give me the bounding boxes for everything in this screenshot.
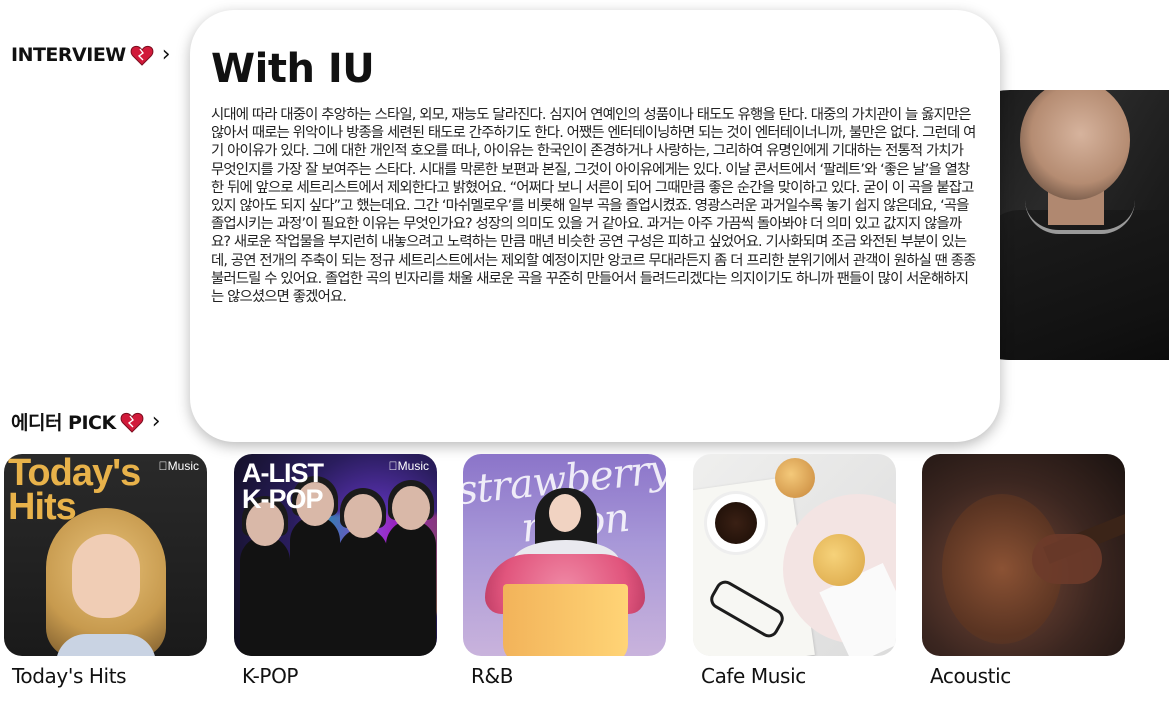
album-cover-rnb: strawberry moon (463, 454, 666, 656)
album-label: Acoustic (930, 664, 1011, 688)
interview-section-label: INTERVIEW (11, 44, 126, 66)
interview-section-link[interactable]: INTERVIEW › (11, 42, 171, 67)
editor-pick-section-link[interactable]: 에디터 PICK › (11, 408, 161, 435)
heart-icon (130, 45, 154, 66)
photo-face (1020, 90, 1130, 200)
apple-music-badge: Music (159, 459, 199, 473)
album-card-cafe-music[interactable]: Cafe Music (693, 454, 896, 688)
album-cover-acoustic (922, 454, 1125, 656)
cover-title: A-LIST K-POP (242, 458, 324, 514)
album-label: R&B (471, 664, 514, 688)
album-card-todays-hits[interactable]: Today's Hits Music Today's Hits (4, 454, 207, 688)
album-card-acoustic[interactable]: Acoustic (922, 454, 1125, 688)
album-label: Cafe Music (701, 664, 806, 688)
article-title: With IU (211, 46, 375, 92)
cover-title: Today's Hits (8, 454, 141, 528)
chevron-right-icon: › (151, 408, 161, 434)
cover-artist-photo (46, 508, 166, 656)
heart-icon (120, 412, 144, 433)
album-cover-kpop: A-LIST K-POP Music (234, 454, 437, 656)
article-body: 시대에 따라 대중이 추앙하는 스타일, 외모, 재능도 달라진다. 심지어 연… (211, 107, 976, 306)
album-cover-cafe-music (693, 454, 896, 656)
photo-chain (1025, 200, 1135, 234)
album-label: K-POP (242, 664, 299, 688)
album-card-rnb[interactable]: strawberry moon R&B (463, 454, 666, 688)
chevron-right-icon: › (161, 42, 171, 67)
editor-pick-section-label: 에디터 PICK (11, 412, 116, 434)
page: INTERVIEW › With IU 시대에 따라 대중이 추앙하는 스타일,… (0, 0, 1169, 712)
apple-music-badge: Music (389, 459, 429, 473)
interview-article-card[interactable]: With IU 시대에 따라 대중이 추앙하는 스타일, 외모, 재능도 달라진… (190, 10, 1000, 442)
album-label: Today's Hits (12, 664, 127, 688)
album-cover-todays-hits: Today's Hits Music (4, 454, 207, 656)
album-card-kpop[interactable]: A-LIST K-POP Music K-POP (234, 454, 437, 688)
